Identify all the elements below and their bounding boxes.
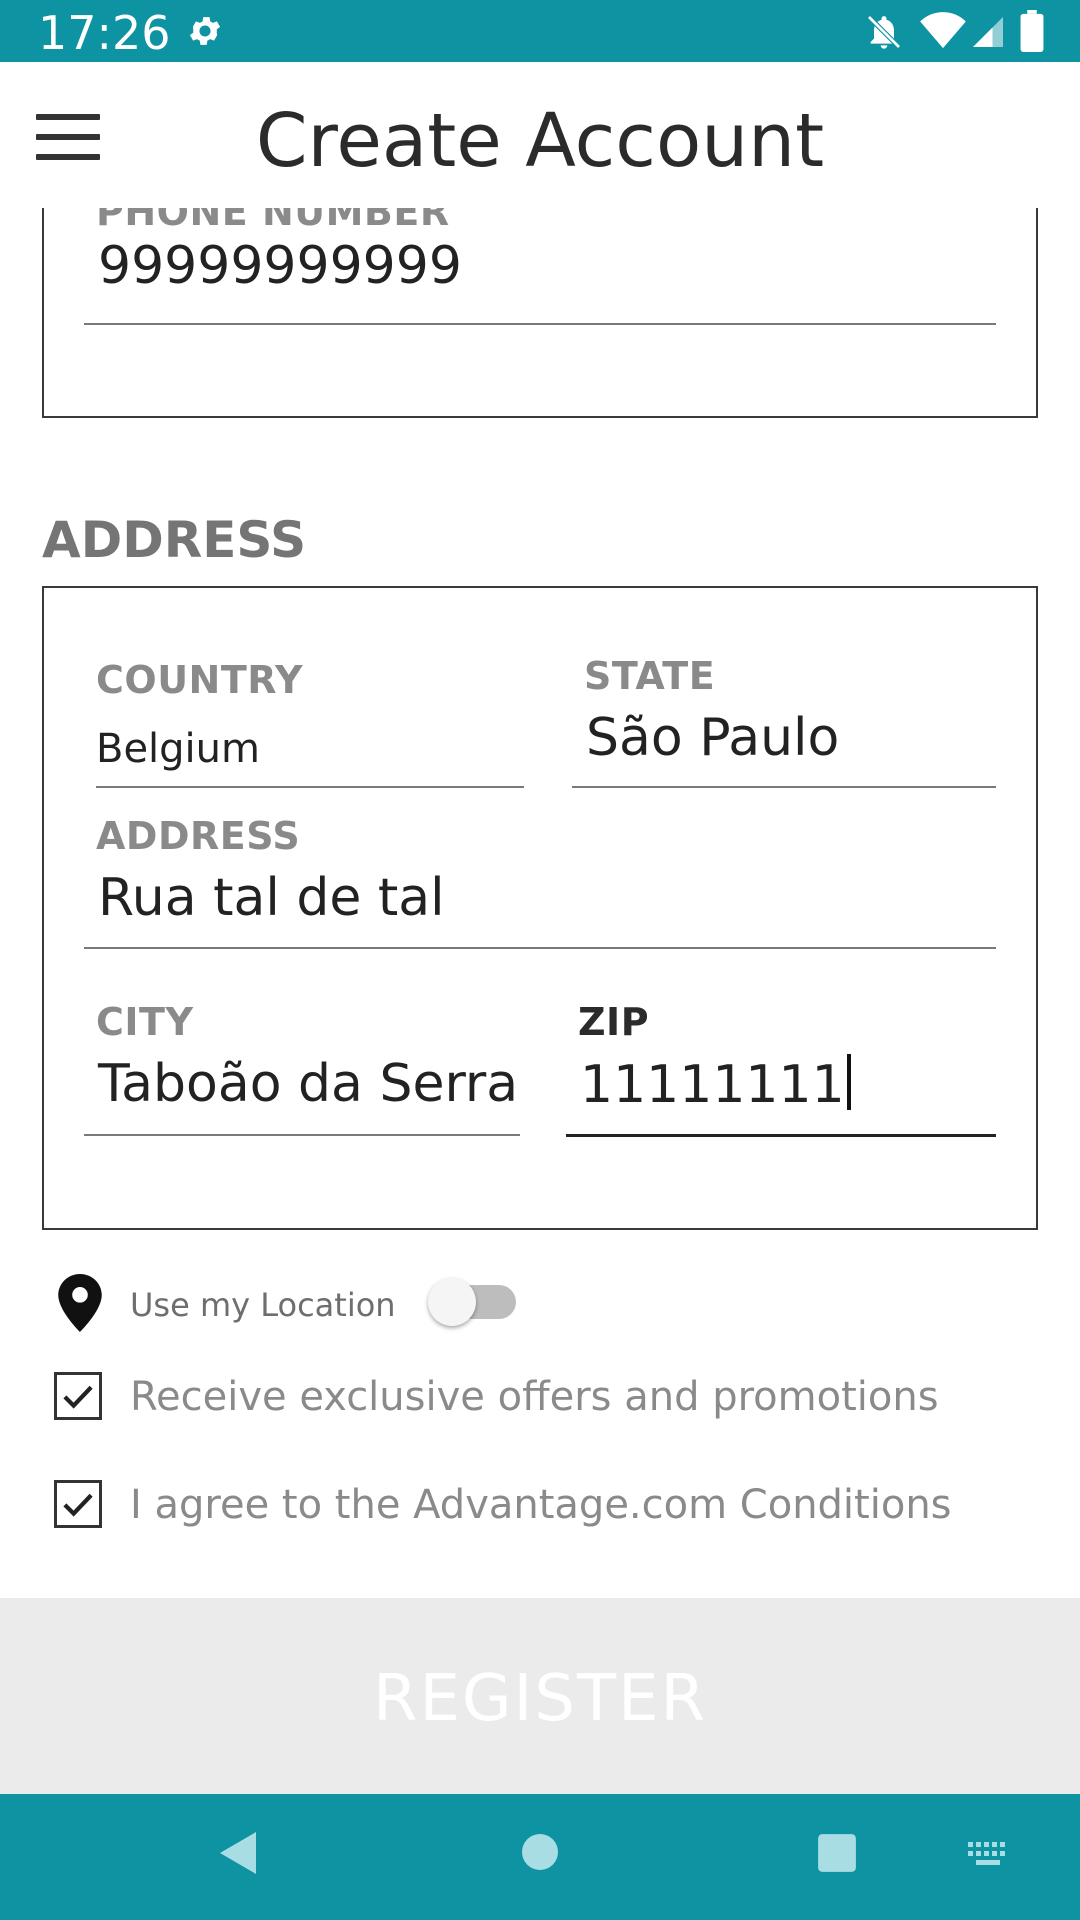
zip-underline bbox=[566, 1134, 996, 1137]
conditions-checkbox[interactable] bbox=[54, 1480, 102, 1528]
notifications-off-icon bbox=[867, 15, 901, 49]
check-icon bbox=[63, 1385, 93, 1409]
zip-value: 11111111 bbox=[580, 1055, 845, 1115]
phone-label: PHONE NUMBER bbox=[96, 208, 450, 234]
address-section-title: ADDRESS bbox=[42, 511, 307, 569]
status-bar: 17:26 bbox=[0, 0, 1080, 62]
register-label: REGISTER bbox=[373, 1662, 707, 1736]
page-title: Create Account bbox=[255, 98, 825, 184]
navigation-bar bbox=[0, 1794, 1080, 1920]
use-location-toggle[interactable] bbox=[428, 1276, 518, 1328]
state-label: STATE bbox=[584, 654, 716, 698]
phone-underline bbox=[84, 323, 996, 325]
country-underline bbox=[96, 786, 524, 788]
battery-icon bbox=[1020, 10, 1044, 52]
state-field[interactable]: São Paulo bbox=[586, 708, 839, 768]
use-location-label: Use my Location bbox=[130, 1286, 396, 1324]
offers-label[interactable]: Receive exclusive offers and promotions bbox=[130, 1374, 939, 1420]
wifi-icon bbox=[920, 12, 966, 49]
country-label: COUNTRY bbox=[96, 658, 303, 702]
phone-field[interactable]: 99999999999 bbox=[98, 236, 462, 296]
state-underline bbox=[572, 786, 996, 788]
location-pin-icon bbox=[58, 1274, 102, 1332]
check-icon bbox=[63, 1493, 93, 1517]
conditions-label[interactable]: I agree to the Advantage.com Conditions bbox=[130, 1482, 952, 1528]
cell-signal-icon bbox=[973, 17, 1003, 47]
keyboard-icon[interactable] bbox=[966, 1840, 1010, 1868]
address-underline bbox=[84, 947, 996, 949]
city-underline bbox=[84, 1134, 520, 1136]
offers-checkbox[interactable] bbox=[54, 1372, 102, 1420]
text-cursor bbox=[846, 1054, 851, 1110]
country-select[interactable]: Belgium bbox=[96, 726, 260, 772]
status-time: 17:26 bbox=[38, 6, 171, 60]
home-icon[interactable] bbox=[520, 1832, 560, 1872]
recents-icon[interactable] bbox=[816, 1832, 858, 1874]
toggle-thumb bbox=[428, 1278, 476, 1326]
address-field[interactable]: Rua tal de tal bbox=[98, 868, 445, 928]
zip-field[interactable]: 11111111 bbox=[580, 1054, 851, 1115]
back-icon[interactable] bbox=[216, 1828, 260, 1878]
form-scroll-area[interactable]: PHONE NUMBER 99999999999 ADDRESS COUNTRY… bbox=[0, 208, 1080, 1598]
city-field[interactable]: Taboão da Serra bbox=[98, 1054, 518, 1114]
address-label: ADDRESS bbox=[96, 814, 301, 858]
city-label: CITY bbox=[96, 1000, 194, 1044]
settings-icon bbox=[189, 17, 221, 45]
zip-label: ZIP bbox=[578, 1000, 650, 1044]
